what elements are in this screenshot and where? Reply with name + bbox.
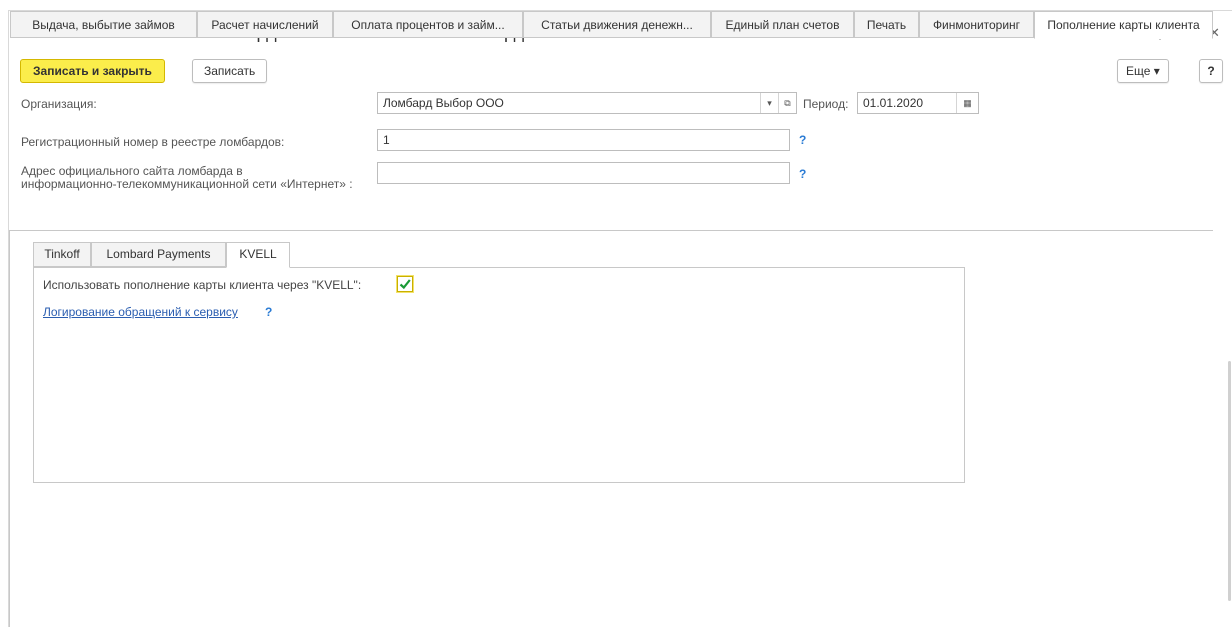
subtab-kvell[interactable]: KVELL bbox=[226, 242, 290, 268]
organization-field[interactable]: Ломбард Выбор ООО ▾ ⧉ bbox=[377, 92, 797, 114]
reg-number-field[interactable]: 1 bbox=[377, 129, 790, 151]
site-label-line1: Адрес официального сайта ломбарда в bbox=[21, 164, 243, 178]
tab-accruals[interactable]: Расчет начислений bbox=[197, 11, 333, 38]
period-label: Период: bbox=[803, 97, 849, 111]
save-button[interactable]: Записать bbox=[192, 59, 268, 83]
tab-cash-flow-items[interactable]: Статьи движения денежн... bbox=[523, 11, 711, 38]
period-field[interactable]: 01.01.2020 ▦ bbox=[857, 92, 979, 114]
tab-issuance[interactable]: Выдача, выбытие займов bbox=[10, 11, 197, 38]
service-log-link[interactable]: Логирование обращений к сервису bbox=[43, 305, 238, 319]
more-button[interactable]: Еще ▾ bbox=[1117, 59, 1169, 83]
scrollbar-thumb[interactable] bbox=[1228, 361, 1231, 601]
reg-number-label: Регистрационный номер в реестре ломбардо… bbox=[21, 135, 285, 149]
service-log-help-icon[interactable]: ? bbox=[265, 305, 272, 319]
checkmark-icon bbox=[399, 279, 411, 290]
use-kvell-checkbox[interactable] bbox=[397, 276, 413, 292]
subtab-lombard-payments[interactable]: Lombard Payments bbox=[91, 242, 226, 267]
tab-card-topup[interactable]: Пополнение карты клиента bbox=[1034, 11, 1213, 39]
tab-print[interactable]: Печать bbox=[854, 11, 919, 38]
tab-panel-border bbox=[9, 231, 10, 627]
form-window: ☆ Учетная политика ломбарда: Учетная пол… bbox=[8, 10, 1232, 627]
open-icon[interactable]: ⧉ bbox=[778, 93, 796, 113]
tab-interest-payment[interactable]: Оплата процентов и займ... bbox=[333, 11, 523, 38]
site-address-field[interactable] bbox=[377, 162, 790, 184]
tab-finmonitoring[interactable]: Финмониторинг bbox=[919, 11, 1034, 38]
organization-value: Ломбард Выбор ООО bbox=[383, 96, 504, 110]
tab-divider bbox=[9, 230, 1213, 231]
period-value: 01.01.2020 bbox=[863, 96, 924, 110]
dropdown-arrow-icon[interactable]: ▾ bbox=[760, 93, 778, 113]
organization-label: Организация: bbox=[21, 97, 97, 111]
subtab-tinkoff[interactable]: Tinkoff bbox=[33, 242, 91, 267]
reg-number-value: 1 bbox=[383, 133, 390, 147]
site-help-icon[interactable]: ? bbox=[799, 167, 806, 181]
help-button[interactable]: ? bbox=[1199, 59, 1223, 83]
save-and-close-button[interactable]: Записать и закрыть bbox=[20, 59, 165, 83]
calendar-icon[interactable]: ▦ bbox=[956, 93, 978, 113]
tab-chart-of-accounts[interactable]: Единый план счетов bbox=[711, 11, 854, 38]
site-label-line2: информационно-телекоммуникационной сети … bbox=[21, 177, 353, 191]
use-kvell-label: Использовать пополнение карты клиента че… bbox=[43, 278, 362, 292]
kvell-panel bbox=[33, 267, 965, 483]
reg-number-help-icon[interactable]: ? bbox=[799, 133, 806, 147]
